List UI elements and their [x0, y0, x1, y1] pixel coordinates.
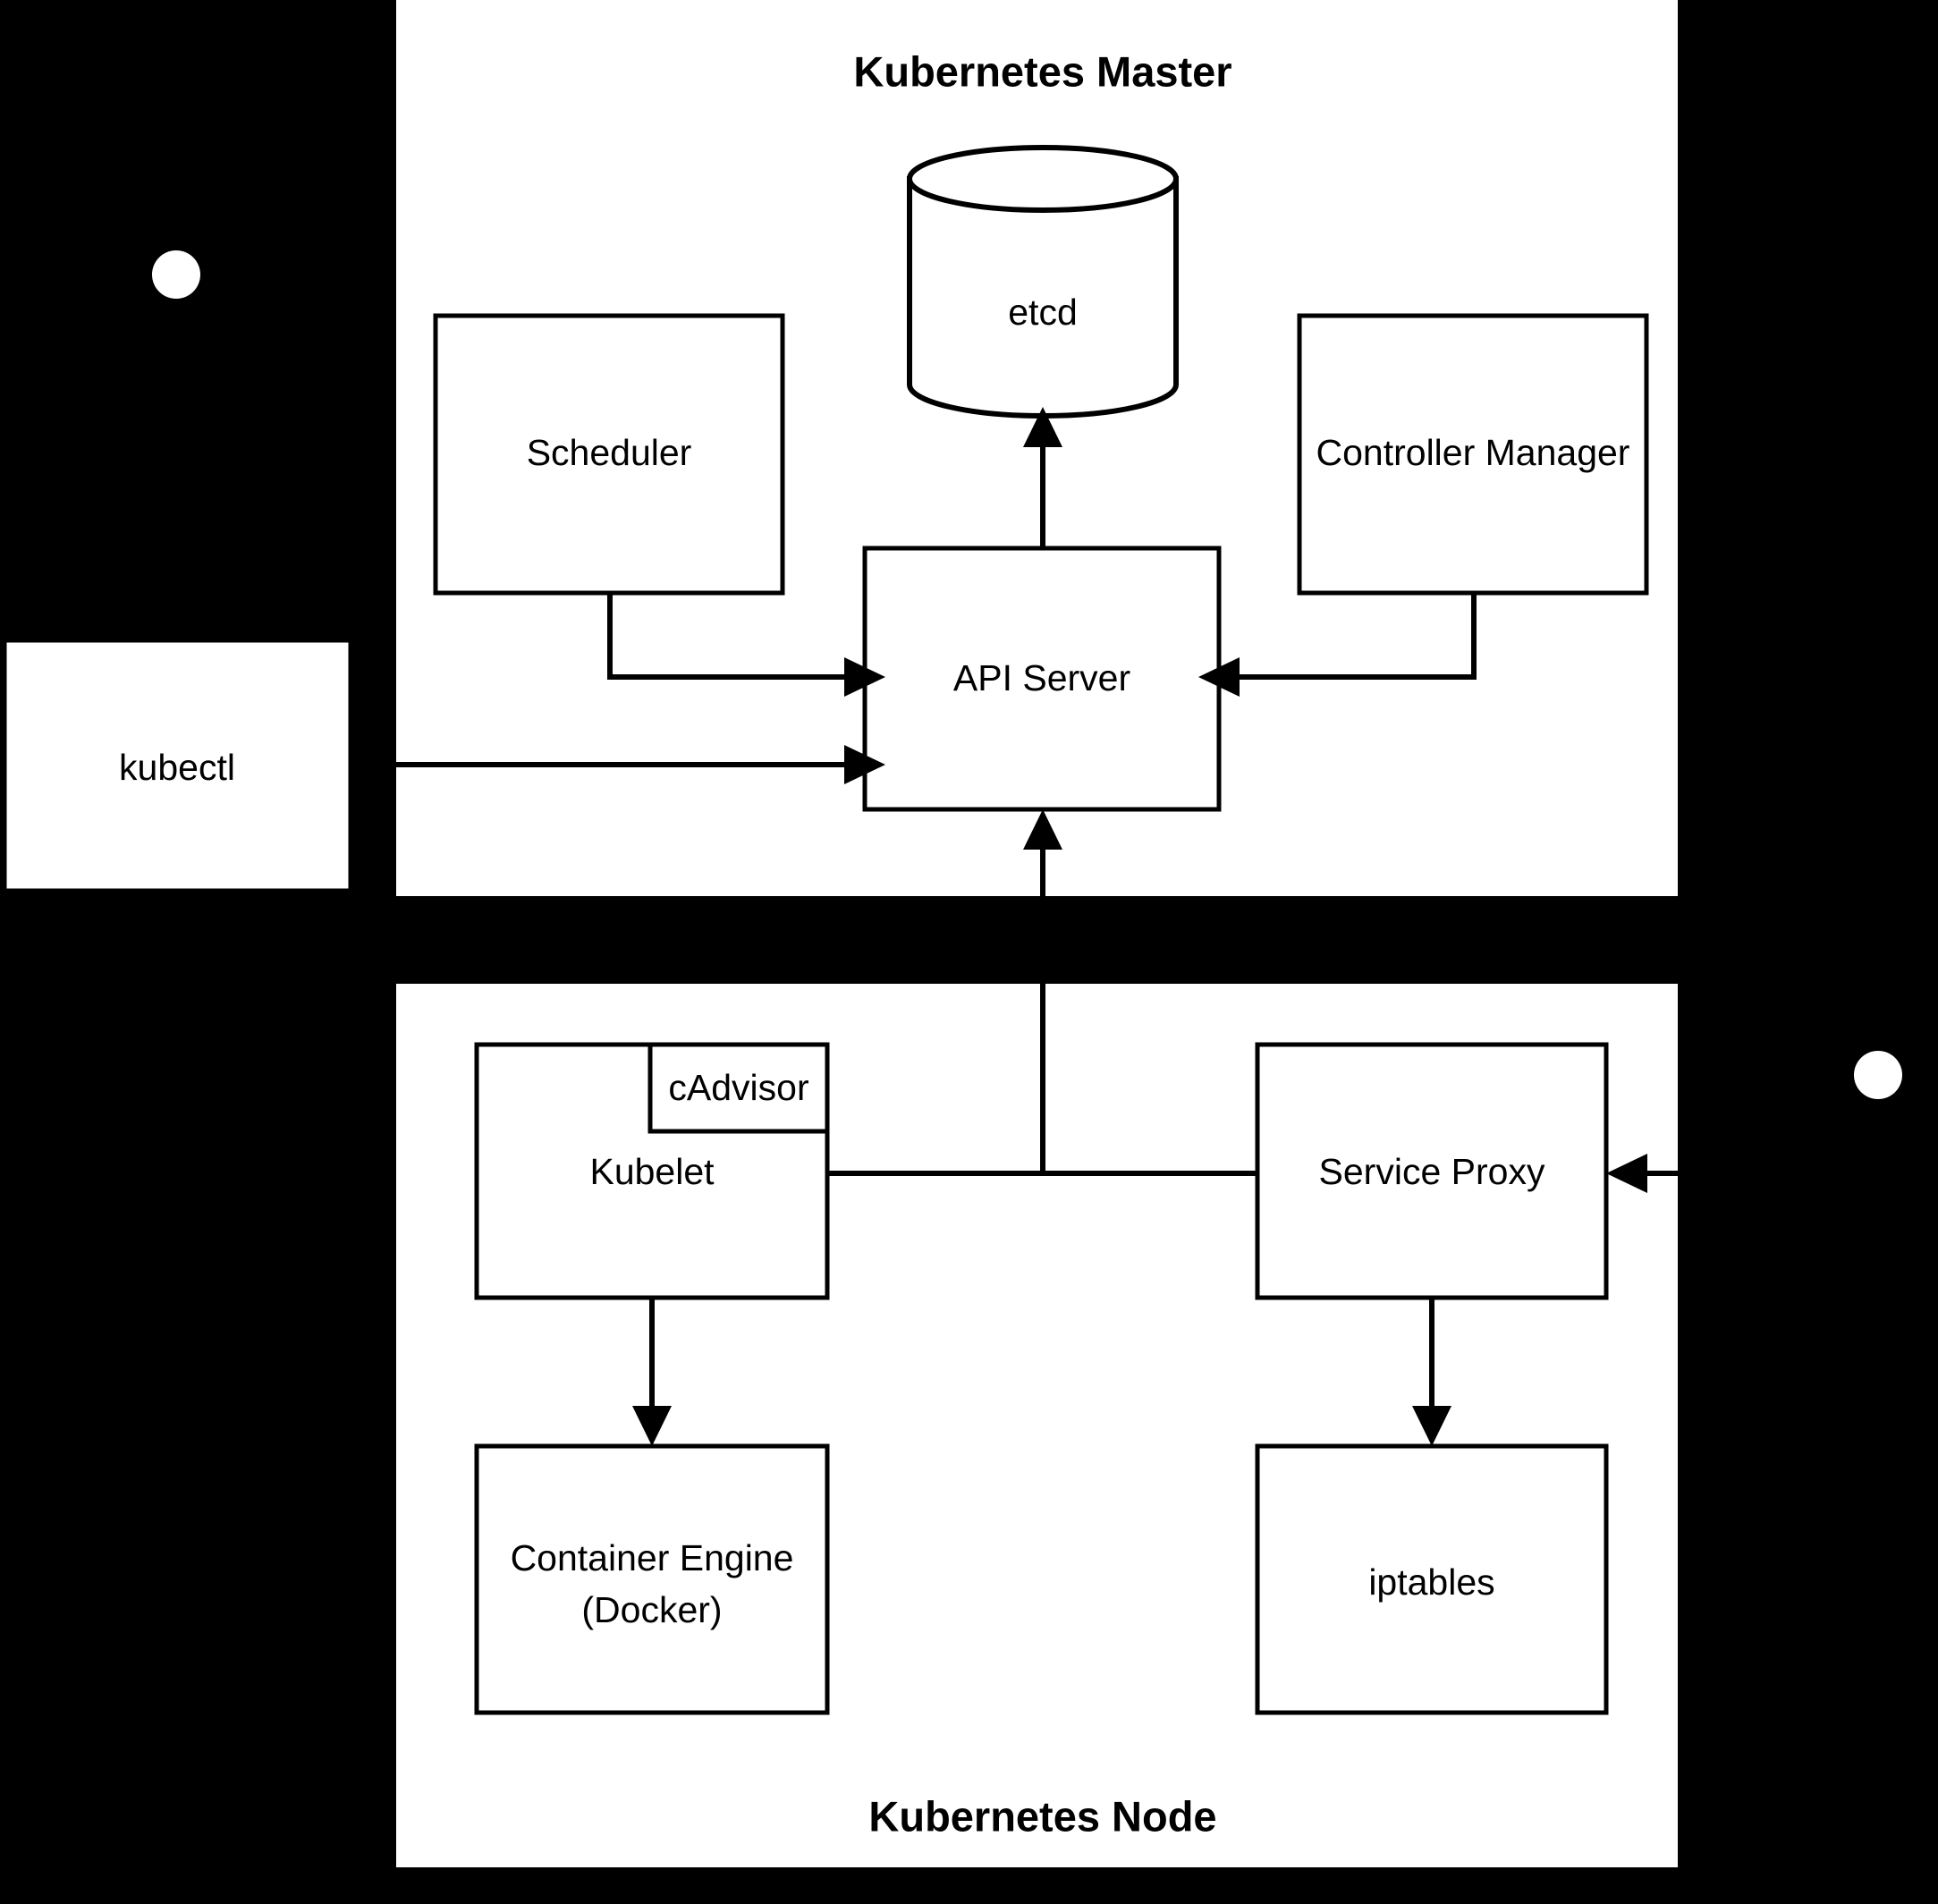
- api-server-label: API Server: [953, 657, 1130, 698]
- container-engine-box[interactable]: [474, 1443, 830, 1715]
- dot-right-marker: [1854, 1051, 1902, 1099]
- etcd-cylinder[interactable]: [907, 145, 1179, 419]
- kubernetes-node-title: Kubernetes Node: [868, 1792, 1216, 1840]
- kubectl-label: kubectl: [119, 747, 235, 788]
- container-engine-label-line2: (Docker): [581, 1589, 722, 1630]
- dot-left-marker: [152, 250, 200, 299]
- diagram-canvas: Kubernetes Master Kubernetes Node kubect…: [0, 0, 1938, 1904]
- controller-manager-label: Controller Manager: [1316, 432, 1630, 473]
- kubernetes-architecture-diagram: Kubernetes Master Kubernetes Node kubect…: [2, 0, 1902, 1867]
- kubernetes-master-title: Kubernetes Master: [853, 47, 1231, 95]
- iptables-label: iptables: [1368, 1561, 1494, 1603]
- cadvisor-label: cAdvisor: [668, 1067, 808, 1108]
- etcd-label: etcd: [1008, 292, 1078, 333]
- scheduler-label: Scheduler: [527, 432, 692, 473]
- kubelet-label: Kubelet: [589, 1151, 715, 1192]
- service-proxy-label: Service Proxy: [1319, 1151, 1545, 1192]
- container-engine-label-line1: Container Engine: [511, 1537, 794, 1578]
